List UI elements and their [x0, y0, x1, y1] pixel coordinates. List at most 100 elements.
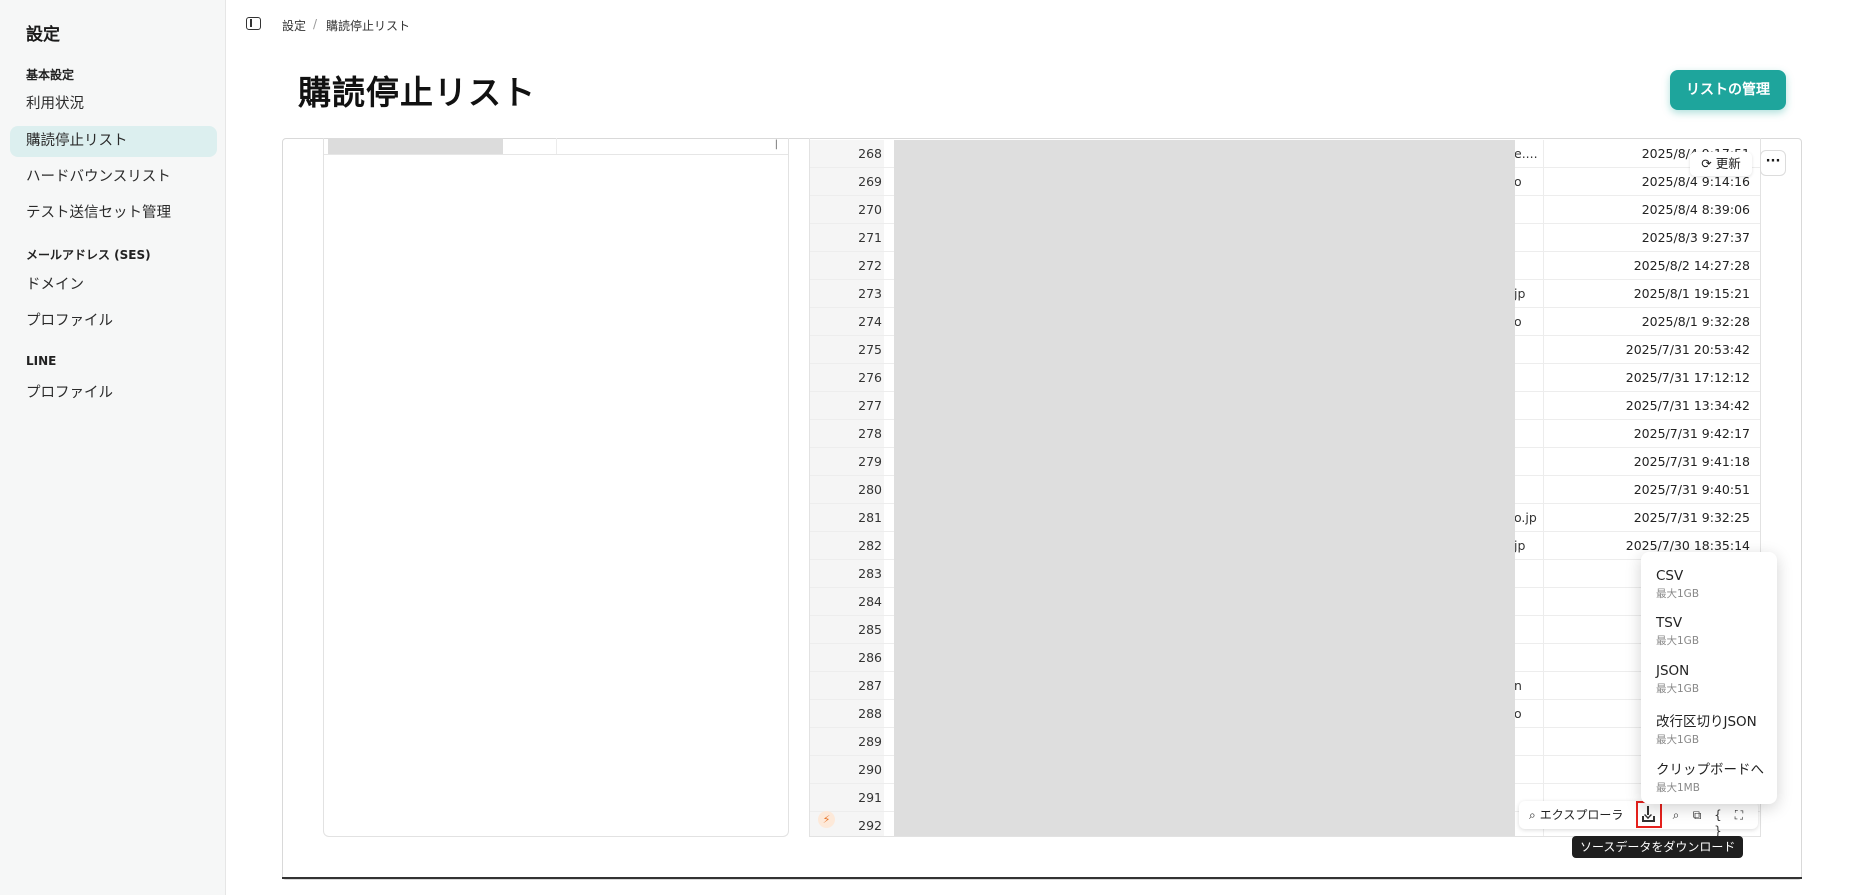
row-email-fragment: n [1514, 678, 1522, 693]
row-date: 2025/8/2 14:27:28 [1633, 258, 1750, 273]
row-date: 2025/8/3 9:27:37 [1641, 230, 1750, 245]
sidebar-section-basic: 基本設定 [26, 68, 75, 82]
sidebar-item-hard-bounce-list[interactable]: ハードバウンスリスト [10, 162, 217, 193]
menu-item-label: CSV [1656, 568, 1684, 584]
row-number: 274 [810, 308, 884, 335]
row-number: 281 [810, 504, 884, 531]
table-toolbar: ⌕ エクスプローラ ⌕ ⧉ { } ⛶ [1519, 801, 1758, 838]
column-divider [1543, 140, 1544, 167]
sidebar-section-line: LINE [26, 354, 57, 368]
sidebar: 設定 基本設定 利用状況 購読停止リスト ハードバウンスリスト テスト送信セット… [0, 0, 226, 895]
spark-icon[interactable]: ⚡ [818, 811, 835, 828]
fullscreen-icon[interactable]: ⛶ [1731, 807, 1747, 823]
menu-item-limit: 最大1GB [1656, 635, 1700, 647]
row-number: 282 [810, 532, 884, 559]
breadcrumb-settings[interactable]: 設定 [282, 17, 306, 34]
copy-icon[interactable]: ⧉ [1689, 807, 1705, 823]
menu-item-label: JSON [1656, 663, 1690, 679]
row-email-fragment: jp [1514, 286, 1526, 301]
column-divider [1543, 644, 1544, 671]
column-divider [1543, 616, 1544, 643]
row-email-fragment: o [1514, 174, 1522, 189]
download-icon-tray [1642, 816, 1655, 822]
column-divider [1543, 280, 1544, 307]
column-divider [1543, 168, 1544, 195]
row-date: 2025/7/31 9:40:51 [1633, 482, 1750, 497]
column-divider [1543, 364, 1544, 391]
row-date: 2025/8/1 9:32:28 [1641, 314, 1750, 329]
menu-item-ndjson[interactable]: 改行区切りJSON 最大1GB [1641, 706, 1777, 752]
row-number: 288 [810, 700, 884, 727]
download-format-menu: CSV 最大1GB TSV 最大1GB JSON 最大1GB 改行区切りJSON… [1641, 552, 1777, 804]
column-divider [1543, 224, 1544, 251]
column-divider [1543, 756, 1544, 783]
row-number: 278 [810, 420, 884, 447]
row-number: 284 [810, 588, 884, 615]
sidebar-item-line-profile[interactable]: プロファイル [10, 378, 217, 409]
column-divider [1543, 476, 1544, 503]
manage-list-button[interactable]: リストの管理 [1670, 70, 1786, 110]
column-divider [1543, 196, 1544, 223]
sidebar-section-ses: メールアドレス (SES) [26, 248, 151, 262]
column-divider [1543, 532, 1544, 559]
menu-item-limit: 最大1GB [1656, 683, 1700, 695]
left-panel-header: | [324, 138, 788, 155]
sidebar-item-test-send-sets[interactable]: テスト送信セット管理 [10, 198, 217, 229]
row-email-fragment: o [1514, 314, 1522, 329]
explorer-button[interactable]: ⌕ エクスプローラ [1529, 801, 1623, 829]
sidebar-item-usage[interactable]: 利用状況 [10, 89, 217, 120]
data-table: 29229129022892288o287n22862852842832282j… [809, 138, 1761, 837]
row-number: 290 [810, 756, 884, 783]
more-options-button[interactable]: ··· [1760, 150, 1786, 176]
menu-item-limit: 最大1MB [1656, 782, 1700, 794]
row-email-fragment: o.jp [1514, 510, 1537, 525]
row-number: 279 [810, 448, 884, 475]
column-divider [1543, 308, 1544, 335]
search-icon[interactable]: ⌕ [1668, 807, 1684, 823]
row-number: 269 [810, 168, 884, 195]
column-divider [1543, 420, 1544, 447]
sidebar-item-ses-profile[interactable]: プロファイル [10, 306, 217, 337]
column-divider [1543, 504, 1544, 531]
column-divider [1543, 728, 1544, 755]
sidebar-toggle-icon[interactable] [246, 17, 261, 30]
menu-item-limit: 最大1GB [1656, 588, 1700, 600]
breadcrumb-separator: / [313, 17, 318, 31]
row-number: 291 [810, 784, 884, 811]
left-panel: | [323, 138, 789, 837]
frame-scrollbar[interactable] [282, 877, 1802, 879]
row-date: 2025/7/31 9:42:17 [1633, 426, 1750, 441]
menu-item-json[interactable]: JSON 最大1GB [1641, 659, 1777, 705]
menu-item-label: クリップボードへ [1656, 762, 1764, 778]
row-number: 275 [810, 336, 884, 363]
menu-item-label: 改行区切りJSON [1656, 714, 1757, 730]
row-date: 2025/7/31 9:41:18 [1633, 454, 1750, 469]
sidebar-item-unsubscribe-list[interactable]: 購読停止リスト [10, 126, 217, 157]
left-header-mark: | [774, 139, 778, 150]
menu-item-clipboard[interactable]: クリップボードへ 最大1MB [1641, 754, 1777, 800]
download-tooltip: ソースデータをダウンロード [1572, 836, 1744, 858]
explorer-label: エクスプローラ [1539, 808, 1624, 822]
row-number: 283 [810, 560, 884, 587]
row-number: 287 [810, 672, 884, 699]
page-title: 購読停止リスト [298, 73, 536, 112]
row-date: 2025/7/31 9:32:25 [1633, 510, 1750, 525]
menu-item-tsv[interactable]: TSV 最大1GB [1641, 611, 1777, 657]
refresh-button[interactable]: ⟳ 更新 [1690, 152, 1752, 176]
column-divider [1543, 252, 1544, 279]
row-number: 289 [810, 728, 884, 755]
menu-item-csv[interactable]: CSV 最大1GB [1641, 564, 1777, 610]
row-date: 2025/7/31 20:53:42 [1625, 342, 1750, 357]
row-number: 277 [810, 392, 884, 419]
left-header-cell [328, 138, 503, 154]
zoom-search-icon: ⌕ [1529, 808, 1536, 822]
code-icon[interactable]: { } [1710, 807, 1726, 838]
row-email-fragment: e.... [1514, 146, 1538, 161]
row-date: 2025/7/31 13:34:42 [1625, 398, 1750, 413]
redacted-column [894, 140, 1515, 836]
download-button[interactable] [1636, 801, 1662, 828]
sidebar-item-domain[interactable]: ドメイン [10, 270, 217, 301]
column-divider [1543, 588, 1544, 615]
menu-item-label: TSV [1656, 615, 1683, 631]
row-number: 268 [810, 140, 884, 167]
